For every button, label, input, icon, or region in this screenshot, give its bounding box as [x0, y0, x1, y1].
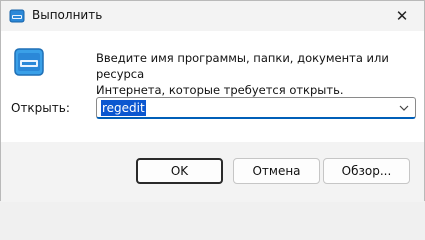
- instruction-text: Введите имя программы, папки, документа …: [96, 50, 416, 98]
- chevron-down-icon[interactable]: [397, 100, 411, 116]
- instruction-line-2: Интернета, которые требуется открыть.: [96, 83, 344, 97]
- browse-button[interactable]: Обзор...: [323, 158, 410, 184]
- instruction-line-1: Введите имя программы, папки, документа …: [96, 51, 389, 81]
- window-title: Выполнить: [32, 8, 103, 22]
- dialog-content: Введите имя программы, папки, документа …: [1, 31, 424, 142]
- title-bar: Выполнить ✕: [1, 1, 424, 31]
- open-label: Открыть:: [11, 101, 70, 115]
- close-button[interactable]: ✕: [380, 1, 424, 31]
- run-window-icon: [14, 48, 44, 76]
- run-dialog-window: Выполнить ✕ Введите имя программы, папки…: [0, 0, 425, 202]
- open-combobox[interactable]: regedit: [96, 97, 416, 119]
- dialog-footer: OK Отмена Обзор...: [1, 142, 424, 202]
- close-icon: ✕: [395, 7, 409, 25]
- open-input[interactable]: regedit: [101, 100, 146, 116]
- cancel-button[interactable]: Отмена: [233, 158, 320, 184]
- ok-button[interactable]: OK: [136, 158, 223, 184]
- run-dialog-icon: [9, 8, 25, 24]
